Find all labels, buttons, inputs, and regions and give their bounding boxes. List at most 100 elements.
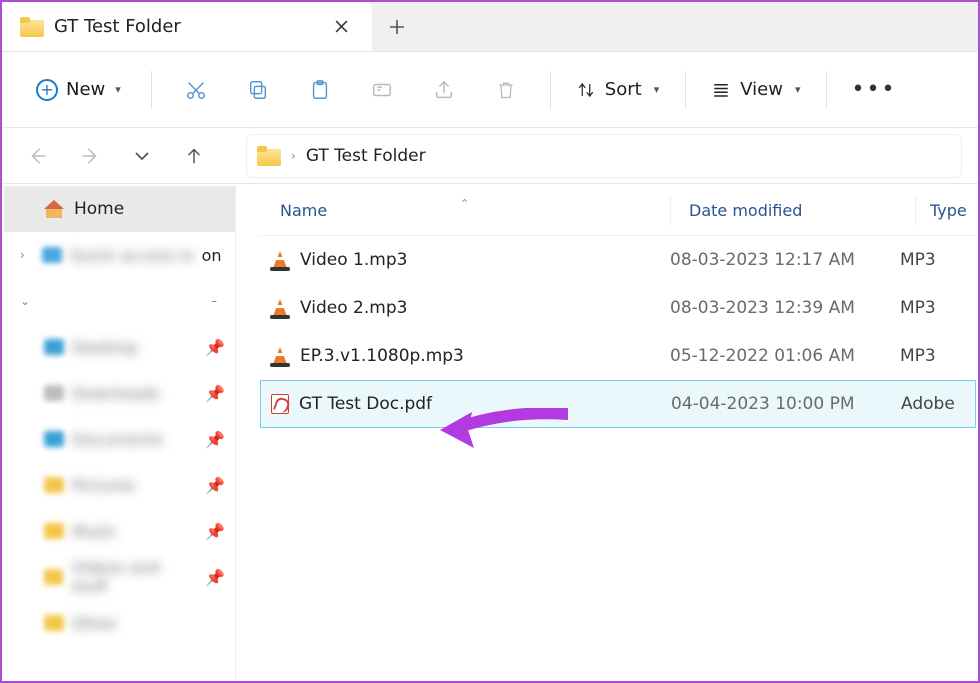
column-headers: Name ⌃ Date modified Type <box>260 186 976 236</box>
tab-bar: GT Test Folder <box>2 2 978 52</box>
nav-bar: › GT Test Folder <box>2 128 978 184</box>
navigation-pane: Home › Quick access loon ⌄ – Desktop 📌 D… <box>4 186 236 679</box>
sidebar-item[interactable]: Music 📌 <box>4 508 235 554</box>
file-name: EP.3.v1.1080p.mp3 <box>300 346 464 366</box>
folder-icon <box>44 339 64 355</box>
sidebar-item-home[interactable]: Home <box>4 186 235 232</box>
sidebar-item-label: Music <box>72 522 118 541</box>
paste-button[interactable] <box>292 70 348 110</box>
column-header-label: Date modified <box>689 201 802 220</box>
file-row[interactable]: Video 2.mp308-03-2023 12:39 AMMP3 <box>260 284 976 332</box>
pin-icon: 📌 <box>205 384 225 403</box>
dash-icon: – <box>211 294 225 308</box>
new-label: New <box>66 79 105 100</box>
home-icon <box>44 200 64 218</box>
sidebar-item-label: Documents <box>72 430 163 449</box>
pin-icon: 📌 <box>205 522 225 541</box>
new-button[interactable]: + New ▾ <box>22 71 135 109</box>
back-button[interactable] <box>24 142 52 170</box>
delete-button[interactable] <box>478 70 534 110</box>
column-header-label: Type <box>930 201 967 220</box>
chevron-down-icon: ▾ <box>654 83 660 96</box>
share-button[interactable] <box>416 70 472 110</box>
file-row[interactable]: Video 1.mp308-03-2023 12:17 AMMP3 <box>260 236 976 284</box>
sidebar-item[interactable]: Desktop 📌 <box>4 324 235 370</box>
pin-icon: 📌 <box>205 338 225 357</box>
pin-icon: 📌 <box>205 430 225 449</box>
file-name: GT Test Doc.pdf <box>299 394 432 414</box>
breadcrumb-separator: › <box>291 149 296 163</box>
sidebar-item-label: Videos and stuff <box>71 558 197 596</box>
column-header-label: Name <box>280 201 327 220</box>
sidebar-item[interactable]: Pictures 📌 <box>4 462 235 508</box>
file-name-cell: Video 1.mp3 <box>260 249 670 271</box>
chevron-down-icon: ▾ <box>115 83 121 96</box>
file-name-cell: EP.3.v1.1080p.mp3 <box>260 345 670 367</box>
column-divider[interactable] <box>670 196 671 226</box>
forward-button[interactable] <box>76 142 104 170</box>
main-area: Home › Quick access loon ⌄ – Desktop 📌 D… <box>4 186 976 679</box>
sidebar-item-label: Downloads <box>72 384 160 403</box>
sidebar-item-label: Desktop <box>72 338 138 357</box>
vlc-cone-icon <box>270 297 290 319</box>
file-date: 05-12-2022 01:06 AM <box>670 346 900 366</box>
file-date: 08-03-2023 12:39 AM <box>670 298 900 318</box>
sidebar-item[interactable]: Other <box>4 600 235 646</box>
sidebar-item[interactable]: ⌄ – <box>4 278 235 324</box>
file-name-cell: GT Test Doc.pdf <box>261 394 671 414</box>
view-button[interactable]: View ▾ <box>702 73 810 106</box>
toolbar-divider <box>151 71 152 109</box>
column-header-date[interactable]: Date modified <box>685 201 915 220</box>
sort-button[interactable]: Sort ▾ <box>567 73 669 106</box>
file-date: 04-04-2023 10:00 PM <box>671 394 901 414</box>
file-date: 08-03-2023 12:17 AM <box>670 250 900 270</box>
address-bar[interactable]: › GT Test Folder <box>246 134 962 178</box>
sidebar-item[interactable]: Documents 📌 <box>4 416 235 462</box>
folder-icon <box>44 385 64 401</box>
pdf-icon <box>271 394 289 414</box>
file-row[interactable]: GT Test Doc.pdf 04-04-2023 10:00 PMAdobe <box>260 380 976 428</box>
vlc-cone-icon <box>270 345 290 367</box>
column-header-name[interactable]: Name ⌃ <box>260 201 670 220</box>
folder-icon <box>44 477 64 493</box>
file-name: Video 1.mp3 <box>300 250 407 270</box>
up-button[interactable] <box>180 142 208 170</box>
view-label: View <box>740 79 783 100</box>
sidebar-item[interactable]: › Quick access loon <box>4 232 235 278</box>
file-type: MP3 <box>900 346 976 366</box>
column-divider[interactable] <box>915 196 916 226</box>
more-button[interactable]: ••• <box>843 77 904 102</box>
tab-close-button[interactable] <box>324 10 358 44</box>
sidebar-item-label: Pictures <box>72 476 135 495</box>
folder-icon <box>44 523 64 539</box>
column-header-type[interactable]: Type <box>930 201 976 220</box>
chevron-down-icon[interactable]: ⌄ <box>20 294 34 308</box>
cut-button[interactable] <box>168 70 224 110</box>
tab-title: GT Test Folder <box>54 16 314 37</box>
toolbar-divider <box>826 71 827 109</box>
file-type: Adobe <box>901 394 975 414</box>
breadcrumb-current[interactable]: GT Test Folder <box>306 146 426 166</box>
drive-icon <box>42 247 62 263</box>
pin-icon: 📌 <box>205 476 225 495</box>
chevron-right-icon[interactable]: › <box>20 248 34 262</box>
recent-locations-button[interactable] <box>128 142 156 170</box>
new-tab-button[interactable] <box>372 2 422 51</box>
file-row[interactable]: EP.3.v1.1080p.mp3 05-12-2022 01:06 AMMP3 <box>260 332 976 380</box>
folder-icon <box>44 569 63 585</box>
folder-icon <box>257 146 281 166</box>
sidebar-item[interactable]: Downloads 📌 <box>4 370 235 416</box>
file-list: Name ⌃ Date modified Type Video 1.mp3 08-… <box>236 186 976 679</box>
toolbar-divider <box>550 71 551 109</box>
copy-button[interactable] <box>230 70 286 110</box>
sidebar-item-label: Quick access lo <box>70 246 194 265</box>
sidebar-item-label: Other <box>72 614 117 633</box>
command-bar: + New ▾ Sort ▾ View ▾ ••• <box>2 52 978 128</box>
chevron-down-icon: ▾ <box>795 83 801 96</box>
sidebar-item[interactable]: Videos and stuff 📌 <box>4 554 235 600</box>
folder-icon <box>44 615 64 631</box>
rename-button[interactable] <box>354 70 410 110</box>
toolbar-divider <box>685 71 686 109</box>
tab-current[interactable]: GT Test Folder <box>2 2 372 51</box>
plus-circle-icon: + <box>36 79 58 101</box>
